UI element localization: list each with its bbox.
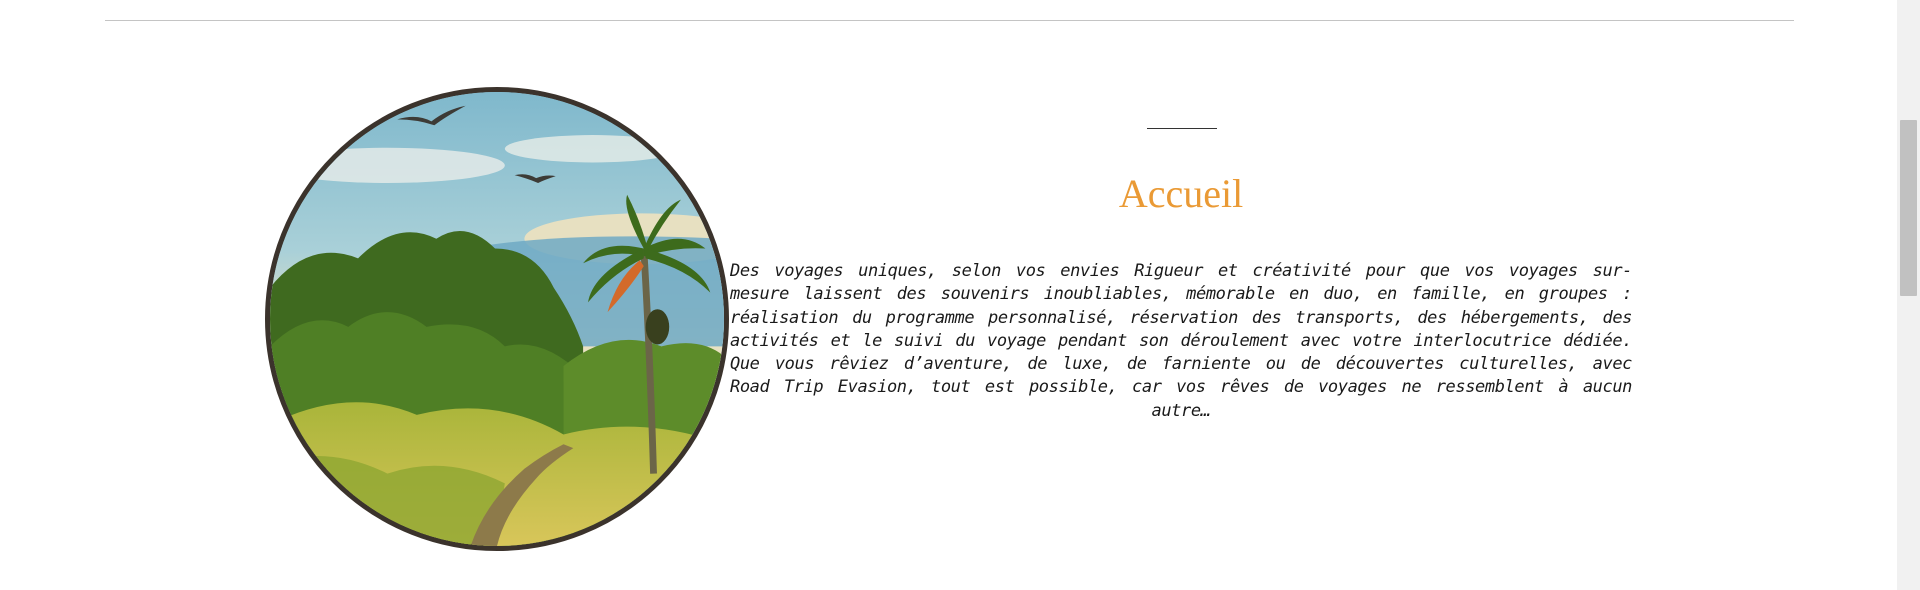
section-description: Des voyages uniques, selon vos envies Ri… xyxy=(730,261,1632,421)
landscape-photo-image xyxy=(270,92,724,546)
page-scrollbar[interactable] xyxy=(1897,0,1920,590)
intro-section: Accueil Des voyages uniques, selon vos e… xyxy=(730,0,1632,590)
scrollbar-thumb[interactable] xyxy=(1900,120,1917,296)
section-heading: Accueil xyxy=(1118,171,1244,216)
landscape-photo xyxy=(265,87,729,551)
page: Accueil Des voyages uniques, selon vos e… xyxy=(0,0,1920,590)
heading-divider xyxy=(1147,128,1217,129)
